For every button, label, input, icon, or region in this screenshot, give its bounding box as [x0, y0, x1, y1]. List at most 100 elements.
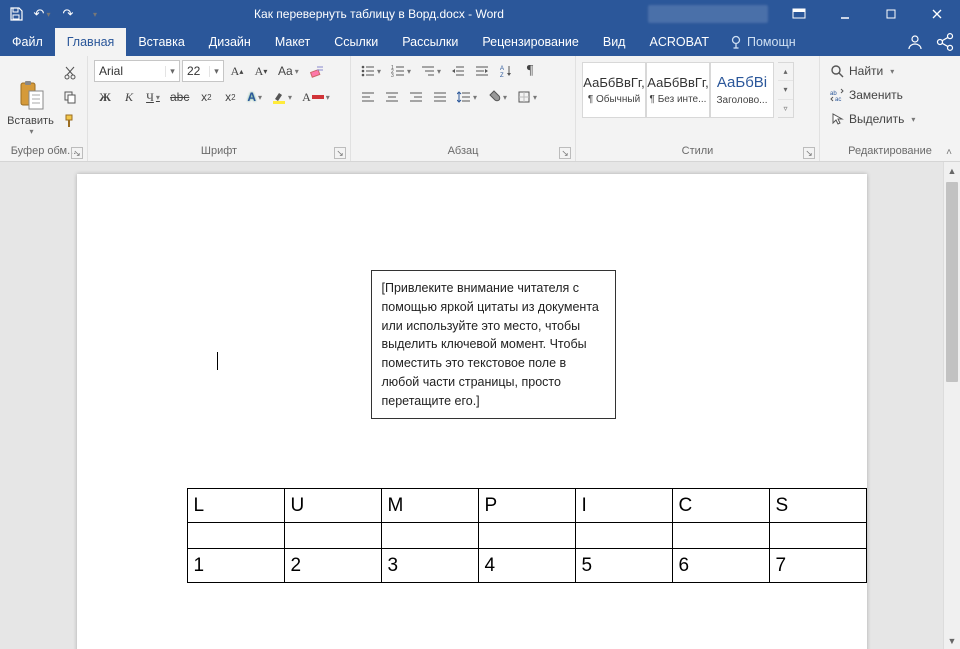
- minimize-button[interactable]: [822, 0, 868, 28]
- style-card[interactable]: АаБбВіЗаголово...: [710, 62, 774, 118]
- tab-главная[interactable]: Главная: [55, 28, 127, 56]
- table-cell[interactable]: 7: [769, 549, 866, 583]
- align-right-button[interactable]: [405, 86, 427, 108]
- maximize-button[interactable]: [868, 0, 914, 28]
- decrease-indent-button[interactable]: [447, 60, 469, 82]
- table-cell[interactable]: S: [769, 489, 866, 523]
- bold-button[interactable]: Ж: [94, 86, 116, 108]
- borders-button[interactable]: ▾: [513, 86, 541, 108]
- vertical-scrollbar[interactable]: ▲ ▼: [943, 162, 960, 649]
- account-icon[interactable]: [900, 28, 930, 56]
- align-left-button[interactable]: [357, 86, 379, 108]
- sort-button[interactable]: AZ: [495, 60, 517, 82]
- style-card[interactable]: АаБбВвГг,¶ Обычный: [582, 62, 646, 118]
- styles-dialog-launcher[interactable]: ↘: [803, 147, 815, 159]
- subscript-button[interactable]: x2: [195, 86, 217, 108]
- collapse-ribbon-button[interactable]: ˄: [942, 145, 956, 159]
- shading-button[interactable]: ▾: [483, 86, 511, 108]
- font-size-combo[interactable]: 22▾: [182, 60, 224, 82]
- superscript-button[interactable]: x2: [219, 86, 241, 108]
- tell-me[interactable]: Помощн: [721, 28, 804, 56]
- tab-дизайн[interactable]: Дизайн: [197, 28, 263, 56]
- table-cell[interactable]: 3: [381, 549, 478, 583]
- table-cell[interactable]: 5: [575, 549, 672, 583]
- font-name-combo[interactable]: Arial▾: [94, 60, 180, 82]
- multilevel-list-button[interactable]: ▾: [417, 60, 445, 82]
- clipboard-dialog-launcher[interactable]: ↘: [71, 147, 83, 159]
- italic-button[interactable]: К: [118, 86, 140, 108]
- table-cell[interactable]: [478, 523, 575, 549]
- table-cell[interactable]: 6: [672, 549, 769, 583]
- table-cell[interactable]: [575, 523, 672, 549]
- redo-icon[interactable]: ↷: [58, 4, 78, 24]
- save-icon[interactable]: [6, 4, 26, 24]
- strikethrough-button[interactable]: abc: [166, 86, 193, 108]
- grow-font-button[interactable]: A▴: [226, 60, 248, 82]
- underline-button[interactable]: Ч▾: [142, 86, 164, 108]
- document-table[interactable]: LUMPICS 1234567: [187, 488, 867, 583]
- paste-button[interactable]: Вставить ▾: [6, 60, 55, 138]
- scroll-down-arrow[interactable]: ▼: [944, 632, 960, 649]
- qat-customize-icon[interactable]: ▾: [84, 4, 104, 24]
- style-gallery-scroll[interactable]: ▴▾▿: [778, 62, 794, 118]
- table-cell[interactable]: P: [478, 489, 575, 523]
- bullets-button[interactable]: ▾: [357, 60, 385, 82]
- tab-acrobat[interactable]: ACROBAT: [637, 28, 721, 56]
- text-effects-button[interactable]: A▾: [243, 86, 266, 108]
- table-cell[interactable]: C: [672, 489, 769, 523]
- table-cell[interactable]: 2: [284, 549, 381, 583]
- ribbon-tabs: ФайлГлавнаяВставкаДизайнМакетСсылкиРассы…: [0, 28, 960, 56]
- table-cell[interactable]: 1: [187, 549, 284, 583]
- font-dialog-launcher[interactable]: ↘: [334, 147, 346, 159]
- tab-ссылки[interactable]: Ссылки: [322, 28, 390, 56]
- select-button[interactable]: Выделить▾: [826, 108, 919, 130]
- table-cell[interactable]: [769, 523, 866, 549]
- table-cell[interactable]: M: [381, 489, 478, 523]
- clear-formatting-button[interactable]: [305, 60, 329, 82]
- numbering-button[interactable]: 123▾: [387, 60, 415, 82]
- table-cell[interactable]: U: [284, 489, 381, 523]
- ribbon-display-options-icon[interactable]: [776, 0, 822, 28]
- shrink-font-button[interactable]: A▾: [250, 60, 272, 82]
- copy-button[interactable]: [59, 86, 81, 108]
- tab-файл[interactable]: Файл: [0, 28, 55, 56]
- table-cell[interactable]: [381, 523, 478, 549]
- text-cursor: [217, 352, 218, 370]
- table-cell[interactable]: [672, 523, 769, 549]
- align-center-button[interactable]: [381, 86, 403, 108]
- find-button[interactable]: Найти▾: [826, 60, 919, 82]
- show-marks-button[interactable]: ¶: [519, 60, 541, 82]
- style-gallery[interactable]: АаБбВвГг,¶ ОбычныйАаБбВвГг,¶ Без инте...…: [582, 62, 774, 118]
- tab-рассылки[interactable]: Рассылки: [390, 28, 470, 56]
- table-cell[interactable]: [284, 523, 381, 549]
- document-scroll-area[interactable]: [Привлеките внимание читателя с помощью …: [0, 162, 943, 649]
- cut-button[interactable]: [59, 62, 81, 84]
- callout-textbox[interactable]: [Привлеките внимание читателя с помощью …: [371, 270, 616, 419]
- group-styles: АаБбВвГг,¶ ОбычныйАаБбВвГг,¶ Без инте...…: [576, 56, 820, 161]
- scroll-thumb[interactable]: [946, 182, 958, 382]
- tab-рецензирование[interactable]: Рецензирование: [470, 28, 591, 56]
- highlight-button[interactable]: ▾: [268, 86, 296, 108]
- tab-вид[interactable]: Вид: [591, 28, 638, 56]
- style-card[interactable]: АаБбВвГг,¶ Без инте...: [646, 62, 710, 118]
- replace-button[interactable]: abac Заменить: [826, 84, 919, 106]
- table-cell[interactable]: 4: [478, 549, 575, 583]
- increase-indent-button[interactable]: [471, 60, 493, 82]
- change-case-button[interactable]: Aa▾: [274, 60, 303, 82]
- scroll-up-arrow[interactable]: ▲: [944, 162, 960, 179]
- share-icon[interactable]: [930, 28, 960, 56]
- justify-button[interactable]: [429, 86, 451, 108]
- document-page[interactable]: [Привлеките внимание читателя с помощью …: [77, 174, 867, 649]
- table-cell[interactable]: L: [187, 489, 284, 523]
- table-cell[interactable]: [187, 523, 284, 549]
- line-spacing-button[interactable]: ▾: [453, 86, 481, 108]
- font-color-button[interactable]: A▾: [298, 86, 334, 108]
- close-button[interactable]: [914, 0, 960, 28]
- tab-вставка[interactable]: Вставка: [126, 28, 196, 56]
- tab-макет[interactable]: Макет: [263, 28, 322, 56]
- format-painter-button[interactable]: [59, 110, 81, 132]
- table-cell[interactable]: I: [575, 489, 672, 523]
- paragraph-dialog-launcher[interactable]: ↘: [559, 147, 571, 159]
- undo-icon[interactable]: ↶▾: [32, 4, 52, 24]
- tell-me-label: Помощн: [747, 35, 796, 49]
